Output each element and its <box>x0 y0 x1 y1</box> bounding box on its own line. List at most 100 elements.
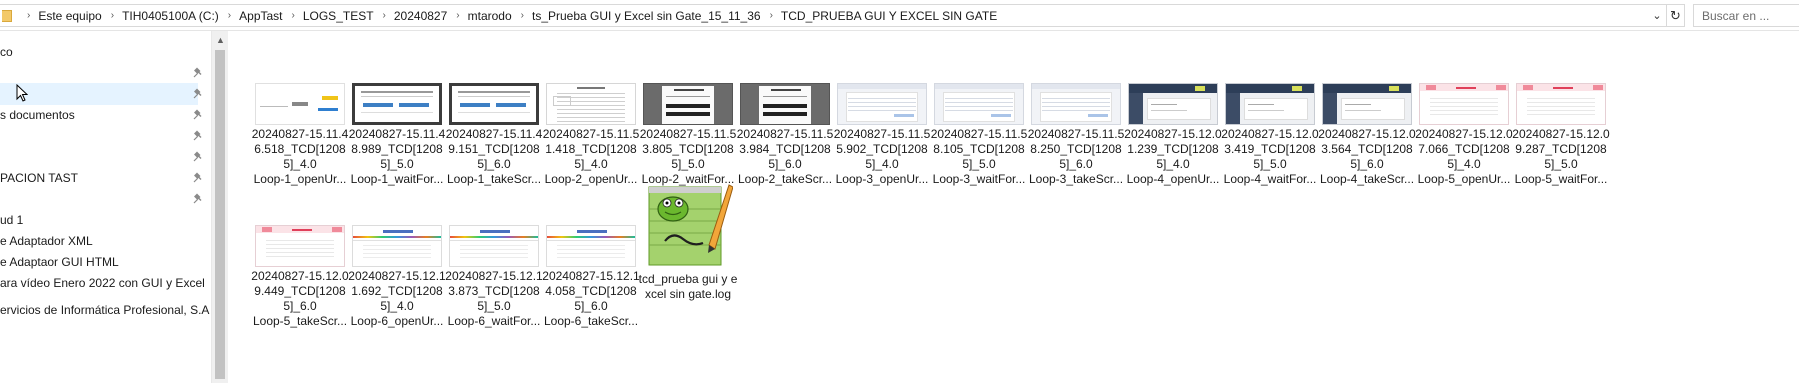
file-item[interactable]: 20240827-15.11.53.984_TCD[12085]_6.0 Loo… <box>735 83 835 193</box>
file-item[interactable]: 20240827-15.11.48.989_TCD[12085]_5.0 Loo… <box>347 83 447 193</box>
file-item[interactable]: 20240827-15.12.09.287_TCD[12085]_5.0 Loo… <box>1511 83 1611 193</box>
nav-item-label: PACION TAST <box>0 171 79 185</box>
breadcrumb-item[interactable]: 20240827 <box>394 9 447 23</box>
breadcrumb-separator: › <box>283 10 303 21</box>
scrollbar-thumb[interactable] <box>215 50 225 379</box>
file-thumbnail <box>934 83 1024 125</box>
chevron-right-icon[interactable]: › <box>770 10 773 21</box>
file-item[interactable]: 20240827-15.12.03.419_TCD[12085]_5.0 Loo… <box>1220 83 1320 193</box>
file-name: 20240827-15.12.01.239_TCD[12085]_4.0 Loo… <box>1124 127 1222 186</box>
chevron-right-icon[interactable]: › <box>27 10 30 21</box>
nav-item-label: s documentos <box>0 108 75 122</box>
mouse-cursor-icon <box>16 84 28 102</box>
nav-item[interactable] <box>0 188 202 210</box>
pin-icon <box>193 88 204 99</box>
nav-item[interactable] <box>0 146 202 168</box>
file-item[interactable]: 20240827-15.12.11.692_TCD[12085]_4.0 Loo… <box>347 225 447 335</box>
chevron-right-icon[interactable]: › <box>456 10 459 21</box>
nav-item[interactable]: co <box>0 41 198 63</box>
file-name: 20240827-15.12.07.066_TCD[12085]_4.0 Loo… <box>1415 127 1513 186</box>
file-name: 20240827-15.11.51.418_TCD[12085]_4.0 Loo… <box>542 127 640 186</box>
file-item[interactable]: 20240827-15.11.58.250_TCD[12085]_6.0 Loo… <box>1026 83 1126 193</box>
nav-item[interactable]: e Adaptador XML <box>0 230 198 252</box>
scroll-up-arrow-icon[interactable]: ▲ <box>212 31 229 48</box>
chevron-right-icon[interactable]: › <box>521 10 524 21</box>
file-item[interactable]: 20240827-15.11.51.418_TCD[12085]_4.0 Loo… <box>541 83 641 193</box>
breadcrumb-separator: › <box>219 10 239 21</box>
search-input[interactable] <box>1702 8 1798 23</box>
breadcrumb-separator: › <box>447 10 467 21</box>
file-name: 20240827-15.11.53.984_TCD[12085]_6.0 Loo… <box>736 127 834 186</box>
breadcrumb-item[interactable]: Este equipo <box>38 9 101 23</box>
file-name: 20240827-15.11.58.105_TCD[12085]_5.0 Loo… <box>930 127 1028 186</box>
file-name: tcd_prueba gui y excel sin gate.log <box>638 272 738 301</box>
file-thumbnail <box>352 83 442 125</box>
pin-icon <box>193 67 204 78</box>
file-name: 20240827-15.11.58.250_TCD[12085]_6.0 Loo… <box>1027 127 1125 186</box>
nav-item[interactable]: ervicios de Informática Profesional, S.A <box>0 299 209 321</box>
file-item[interactable]: 20240827-15.12.14.058_TCD[12085]_6.0 Loo… <box>541 225 641 335</box>
navigation-pane: co s documentos PACION TAST ud 1 e Adaptador… <box>0 31 211 383</box>
breadcrumb-item[interactable]: LOGS_TEST <box>303 9 374 23</box>
file-thumbnail <box>643 83 733 125</box>
breadcrumb-item[interactable]: mtarodo <box>468 9 512 23</box>
file-thumbnail <box>546 225 636 267</box>
nav-item[interactable]: ud 1 <box>0 209 198 231</box>
file-thumbnail <box>1225 83 1315 125</box>
file-thumbnail <box>255 225 345 267</box>
file-item[interactable]: 20240827-15.11.58.105_TCD[12085]_5.0 Loo… <box>929 83 1029 193</box>
file-item[interactable]: 20240827-15.12.01.239_TCD[12085]_4.0 Loo… <box>1123 83 1223 193</box>
search-box[interactable] <box>1693 4 1799 27</box>
file-thumbnail <box>837 83 927 125</box>
file-name: 20240827-15.11.55.902_TCD[12085]_4.0 Loo… <box>833 127 931 186</box>
file-item[interactable]: 20240827-15.12.13.873_TCD[12085]_5.0 Loo… <box>444 225 544 335</box>
nav-item[interactable]: PACION TAST <box>0 167 202 189</box>
nav-item-label: e Adaptador XML <box>0 234 93 248</box>
nav-item[interactable]: e Adaptaor GUI HTML <box>0 251 198 273</box>
nav-item[interactable] <box>0 125 202 147</box>
nav-item[interactable] <box>0 83 202 105</box>
address-history-dropdown[interactable]: ⌄ <box>1648 4 1666 27</box>
file-item[interactable]: 20240827-15.11.55.902_TCD[12085]_4.0 Loo… <box>832 83 932 193</box>
nav-item[interactable]: s documentos <box>0 104 202 126</box>
notepad-plus-plus-icon <box>648 184 733 266</box>
breadcrumb-item[interactable]: AppTast <box>239 9 282 23</box>
nav-item-label: ara vídeo Enero 2022 con GUI y Excel <box>0 276 205 290</box>
file-item[interactable]: 20240827-15.11.46.518_TCD[12085]_4.0 Loo… <box>250 83 350 193</box>
file-thumbnail <box>1419 83 1509 125</box>
pin-icon <box>193 109 204 120</box>
file-list-view: 20240827-15.11.46.518_TCD[12085]_4.0 Loo… <box>228 31 1799 383</box>
chevron-right-icon[interactable]: › <box>292 10 295 21</box>
nav-item[interactable]: ara vídeo Enero 2022 con GUI y Excel <box>0 272 205 294</box>
breadcrumb: › Este equipo › TIH0405100A (C:) › AppTast › LO… <box>18 9 997 23</box>
file-item[interactable]: tcd_prueba gui y excel sin gate.log <box>638 179 738 309</box>
chevron-right-icon[interactable]: › <box>383 10 386 21</box>
file-thumbnail <box>1031 83 1121 125</box>
file-item[interactable]: 20240827-15.11.53.805_TCD[12085]_5.0 Loo… <box>638 83 738 193</box>
file-item[interactable]: 20240827-15.12.07.066_TCD[12085]_4.0 Loo… <box>1414 83 1514 193</box>
address-bar-row: › Este equipo › TIH0405100A (C:) › AppTast › LO… <box>0 0 1799 31</box>
file-thumbnail <box>1322 83 1412 125</box>
chevron-right-icon[interactable]: › <box>111 10 114 21</box>
nav-item-label: ervicios de Informática Profesional, S.A <box>0 303 210 317</box>
pin-icon <box>193 193 204 204</box>
file-thumbnail <box>546 83 636 125</box>
file-name: 20240827-15.12.03.564_TCD[12085]_6.0 Loo… <box>1318 127 1416 186</box>
breadcrumb-item[interactable]: TIH0405100A (C:) <box>122 9 219 23</box>
breadcrumb-item[interactable]: ts_Prueba GUI y Excel sin Gate_15_11_36 <box>532 9 761 23</box>
nav-item-label: ud 1 <box>0 213 24 227</box>
nav-item-label: co <box>0 45 13 59</box>
navigation-pane-scrollbar[interactable]: ▲ <box>211 31 228 383</box>
file-name: 20240827-15.11.46.518_TCD[12085]_4.0 Loo… <box>251 127 349 186</box>
file-thumbnail <box>352 225 442 267</box>
breadcrumb-item[interactable]: TCD_PRUEBA GUI Y EXCEL SIN GATE <box>781 9 997 23</box>
chevron-right-icon[interactable]: › <box>228 10 231 21</box>
file-item[interactable]: 20240827-15.11.49.151_TCD[12085]_6.0 Loo… <box>444 83 544 193</box>
file-item[interactable]: 20240827-15.12.03.564_TCD[12085]_6.0 Loo… <box>1317 83 1417 193</box>
breadcrumb-separator: › <box>102 10 122 21</box>
file-name: 20240827-15.11.48.989_TCD[12085]_5.0 Loo… <box>348 127 446 186</box>
address-bar[interactable]: › Este equipo › TIH0405100A (C:) › AppTast › LO… <box>0 4 1685 27</box>
refresh-button[interactable]: ↻ <box>1666 4 1685 27</box>
nav-item[interactable] <box>0 62 202 84</box>
file-item[interactable]: 20240827-15.12.09.449_TCD[12085]_6.0 Loo… <box>250 225 350 335</box>
